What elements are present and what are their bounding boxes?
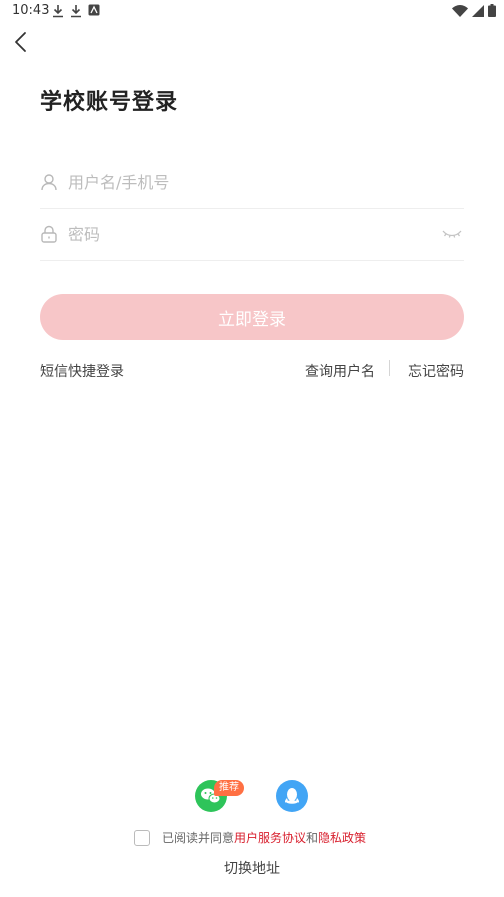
switch-address-link[interactable]: 切换地址: [0, 858, 504, 878]
app-notification-icon: [88, 4, 100, 16]
switch-address-label[interactable]: 切换地址: [224, 861, 280, 877]
page-title: 学校账号登录: [40, 90, 179, 115]
wifi-icon: [452, 4, 468, 17]
download-icon: [71, 5, 81, 18]
back-arrow-icon[interactable]: [10, 30, 34, 54]
user-icon: [41, 174, 57, 191]
recommend-badge: 推荐: [214, 780, 244, 796]
status-time: 10:43: [12, 3, 50, 18]
privacy-policy-link[interactable]: 隐私政策: [318, 829, 366, 846]
service-agreement-link[interactable]: 用户服务协议: [234, 829, 306, 846]
qq-icon: [285, 788, 299, 804]
download-icon: [53, 5, 63, 18]
query-username-link[interactable]: 查询用户名: [305, 361, 375, 381]
username-field: [40, 157, 464, 209]
agreement-checkbox[interactable]: [134, 829, 150, 846]
forgot-password-link[interactable]: 忘记密码: [408, 361, 464, 381]
agreement-row: 已阅读并同意 用户服务协议和隐私政策: [134, 829, 366, 846]
eye-closed-icon[interactable]: [442, 227, 462, 241]
sms-login-link[interactable]: 短信快捷登录: [40, 361, 124, 381]
battery-icon: [488, 4, 496, 17]
agreement-prefix: 已阅读并同意: [162, 831, 235, 845]
password-field: [40, 209, 464, 261]
username-input[interactable]: [68, 167, 428, 197]
agreement-and: 和: [306, 831, 319, 845]
link-divider: [389, 360, 390, 376]
lock-icon: [41, 225, 57, 243]
status-bar: 10:43: [0, 0, 504, 22]
login-button[interactable]: 立即登录: [40, 294, 464, 340]
status-icons: [452, 4, 496, 17]
password-input[interactable]: [68, 219, 428, 249]
qq-login-button[interactable]: [276, 780, 308, 812]
signal-icon: [472, 4, 484, 17]
